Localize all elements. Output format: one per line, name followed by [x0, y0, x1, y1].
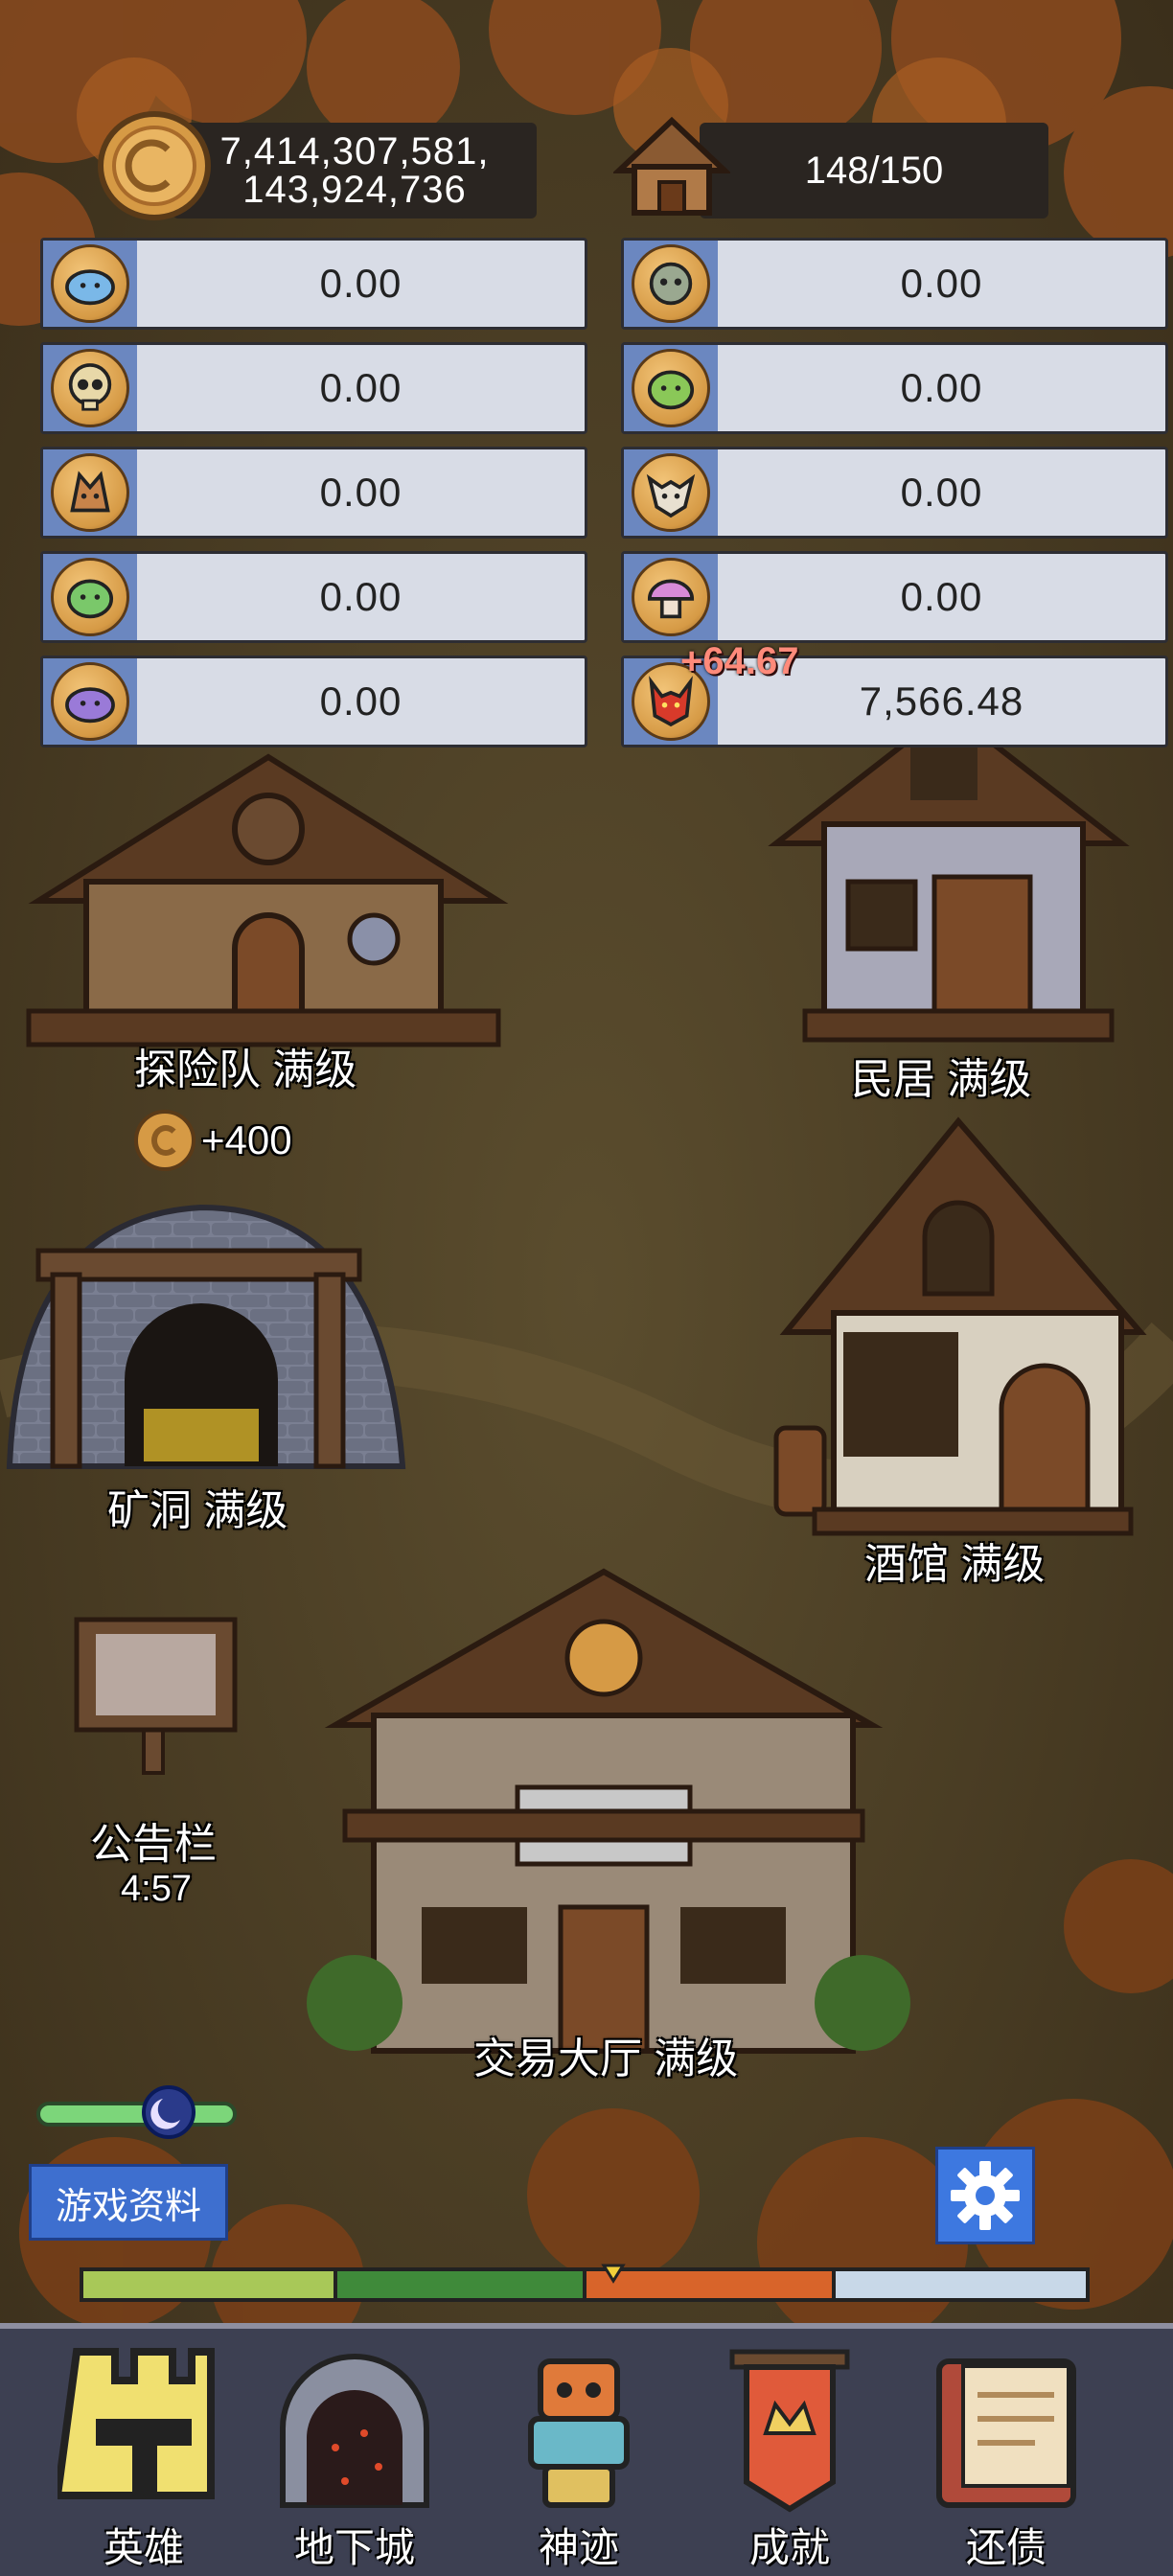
nav-miracle-label: 神迹 — [538, 2525, 619, 2570]
notice-board-label: 公告栏 — [90, 1821, 217, 1868]
nav-miracle[interactable]: 神迹 — [483, 2329, 675, 2576]
nav-repay-debt-label: 还债 — [965, 2525, 1046, 2570]
house-icon — [611, 113, 732, 220]
resource-icon-box — [43, 554, 137, 640]
resource-value: 0.00 — [319, 365, 402, 410]
resource-value: 0.00 — [319, 470, 402, 515]
resource-icon-box — [43, 241, 137, 327]
gold-amount-line2: 143,924,736 — [242, 169, 467, 211]
zombie-icon — [632, 244, 710, 323]
resource-value: 0.00 — [900, 365, 983, 410]
season-bar — [80, 2264, 1090, 2302]
slime-icon — [51, 244, 129, 323]
resource-icon-box — [43, 658, 137, 745]
expedition-label: 探险队 满级 — [134, 1046, 357, 1093]
coin-icon — [96, 111, 213, 220]
resource-icon-box — [624, 554, 718, 640]
resource-value: 0.00 — [319, 678, 402, 724]
residence-label: 民居 满级 — [851, 1056, 1032, 1103]
trade-hall-label: 交易大厅 满级 — [473, 2036, 739, 2082]
expedition-reward[interactable]: +400 — [134, 1110, 292, 1171]
resource-panel-slime: 0.00 — [40, 238, 587, 330]
reward-amount: +400 — [201, 1117, 292, 1162]
mine-label: 矿洞 满级 — [107, 1487, 288, 1534]
orc-icon — [632, 349, 710, 427]
resource-panel-goblin: 0.00 — [40, 551, 587, 643]
coin-icon — [134, 1110, 196, 1171]
dungeon-icon — [280, 2354, 429, 2508]
nav-heroes-label: 英雄 — [103, 2525, 184, 2570]
mushroom-icon — [632, 558, 710, 636]
nav-achievements[interactable]: 成就 — [694, 2329, 886, 2576]
resource-panel-purple-creature: 0.00 — [40, 656, 587, 748]
resource-panel-skull: 0.00 — [40, 342, 587, 434]
nav-dungeon[interactable]: 地下城 — [259, 2329, 450, 2576]
resource-icon-box — [43, 345, 137, 431]
resource-panel-zombie: 0.00 — [621, 238, 1168, 330]
totem-icon — [528, 2358, 630, 2508]
resource-value: 0.00 — [900, 470, 983, 515]
resource-value: 0.00 — [900, 574, 983, 619]
skull-icon — [51, 349, 129, 427]
nav-repay-debt[interactable]: 还债 — [910, 2329, 1102, 2576]
tavern-label: 酒馆 满级 — [864, 1541, 1046, 1588]
resource-panel-orc: 0.00 — [621, 342, 1168, 434]
resource-panel-mushroom: 0.00 — [621, 551, 1168, 643]
game-info-button[interactable]: 游戏资料 — [29, 2164, 228, 2241]
resource-icon-box — [624, 345, 718, 431]
gold-counter: 7,414,307,581, 143,924,736 — [172, 123, 537, 218]
nav-dungeon-label: 地下城 — [293, 2525, 415, 2570]
population-value: 148/150 — [804, 149, 944, 192]
gain-popup: +64.67 — [680, 640, 799, 682]
goblin-icon — [51, 558, 129, 636]
nav-heroes[interactable]: 英雄 — [48, 2329, 240, 2576]
tree-monster-icon — [51, 453, 129, 532]
notice-board-timer: 4:57 — [121, 1869, 192, 1909]
resource-value: 0.00 — [319, 574, 402, 619]
resource-panel-wolf: 0.00 — [621, 447, 1168, 539]
resource-value: 0.00 — [319, 261, 402, 306]
resource-value: 0.00 — [900, 261, 983, 306]
gold-amount-line1: 7,414,307,581, — [219, 130, 490, 172]
resource-icon-box — [624, 241, 718, 327]
population-counter: 148/150 — [700, 123, 1048, 218]
gear-icon — [951, 2161, 1020, 2230]
resource-panel-tree-monster: 0.00 — [40, 447, 587, 539]
book-icon — [936, 2358, 1076, 2508]
nav-achievements-label: 成就 — [748, 2525, 830, 2570]
resource-icon-box — [624, 449, 718, 536]
wolf-icon — [632, 453, 710, 532]
bottom-nav: 英雄 地下城 神迹 成就 还债 — [0, 2323, 1173, 2576]
purple-creature-icon — [51, 662, 129, 741]
castle-icon — [58, 2348, 215, 2499]
banner-icon — [729, 2349, 850, 2513]
resource-icon-box — [43, 449, 137, 536]
settings-button[interactable] — [935, 2147, 1035, 2244]
